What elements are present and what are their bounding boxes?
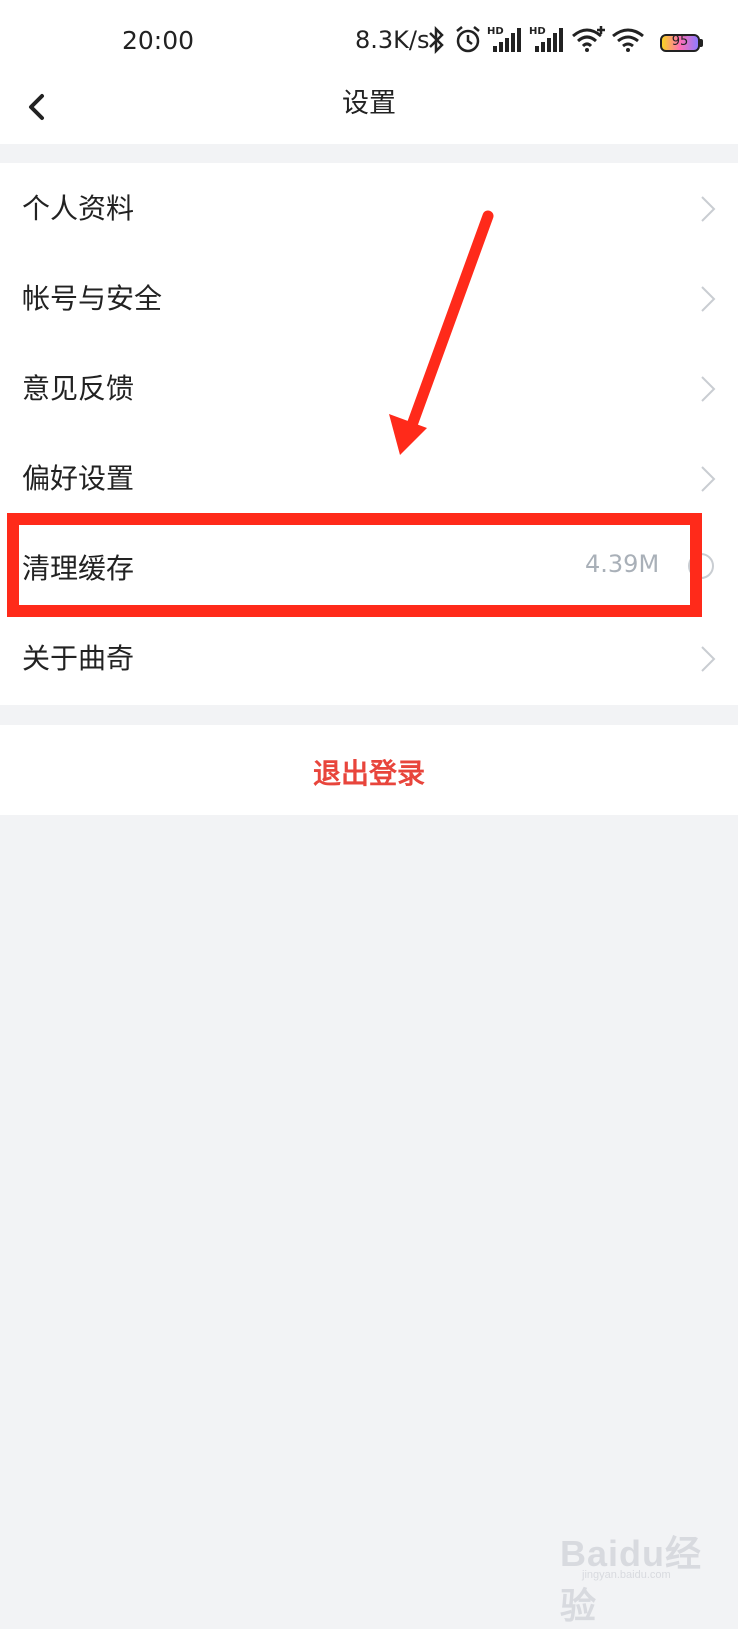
chevron-right-icon [701, 286, 716, 312]
menu-item-label: 帐号与安全 [22, 282, 163, 315]
menu-item-label: 关于曲奇 [22, 642, 135, 675]
battery-cap [700, 39, 703, 47]
menu-item-label: 意见反馈 [22, 372, 135, 405]
settings-menu: 个人资料 帐号与安全 意见反馈 偏好设置 清理缓存 4.39M 关于曲奇 [0, 163, 738, 705]
chevron-right-icon [701, 646, 716, 672]
menu-item-account-security[interactable]: 帐号与安全 [0, 253, 738, 343]
header: 设置 [0, 84, 738, 144]
menu-item-label: 清理缓存 [22, 552, 135, 585]
status-bar: 20:00 8.3K/s HD HD 95 [0, 0, 738, 84]
battery-icon: 95 [660, 34, 700, 52]
logout-button[interactable]: 退出登录 [0, 725, 738, 815]
watermark: Baidu经验 jingyan.baidu.com [560, 1515, 730, 1626]
menu-item-label: 个人资料 [22, 192, 135, 225]
page-title: 设置 [342, 88, 396, 119]
chevron-right-icon [701, 196, 716, 222]
network-speed: 8.3K/s [355, 26, 430, 54]
wifi-plus-icon [572, 26, 605, 52]
svg-text:HD: HD [487, 26, 504, 37]
battery-level: 95 [671, 34, 689, 49]
menu-item-preferences[interactable]: 偏好设置 [0, 433, 738, 523]
logout-label: 退出登录 [312, 757, 425, 790]
cache-size: 4.39M [585, 550, 660, 578]
svg-text:HD: HD [529, 26, 546, 37]
circle-icon [688, 553, 714, 579]
chevron-right-icon [701, 466, 716, 492]
menu-item-clear-cache[interactable]: 清理缓存 4.39M [0, 523, 738, 613]
menu-item-label: 偏好设置 [22, 462, 135, 495]
alarm-icon [456, 26, 480, 53]
watermark-url: jingyan.baidu.com [582, 1569, 671, 1581]
wifi-icon [612, 28, 644, 52]
menu-item-profile[interactable]: 个人资料 [0, 163, 738, 253]
bluetooth-icon [429, 25, 444, 55]
hd-signal-icon: HD [529, 26, 563, 52]
chevron-right-icon [701, 376, 716, 402]
status-time: 20:00 [122, 26, 195, 55]
menu-item-about[interactable]: 关于曲奇 [0, 613, 738, 703]
menu-item-feedback[interactable]: 意见反馈 [0, 343, 738, 433]
hd-signal-icon: HD [487, 26, 521, 52]
